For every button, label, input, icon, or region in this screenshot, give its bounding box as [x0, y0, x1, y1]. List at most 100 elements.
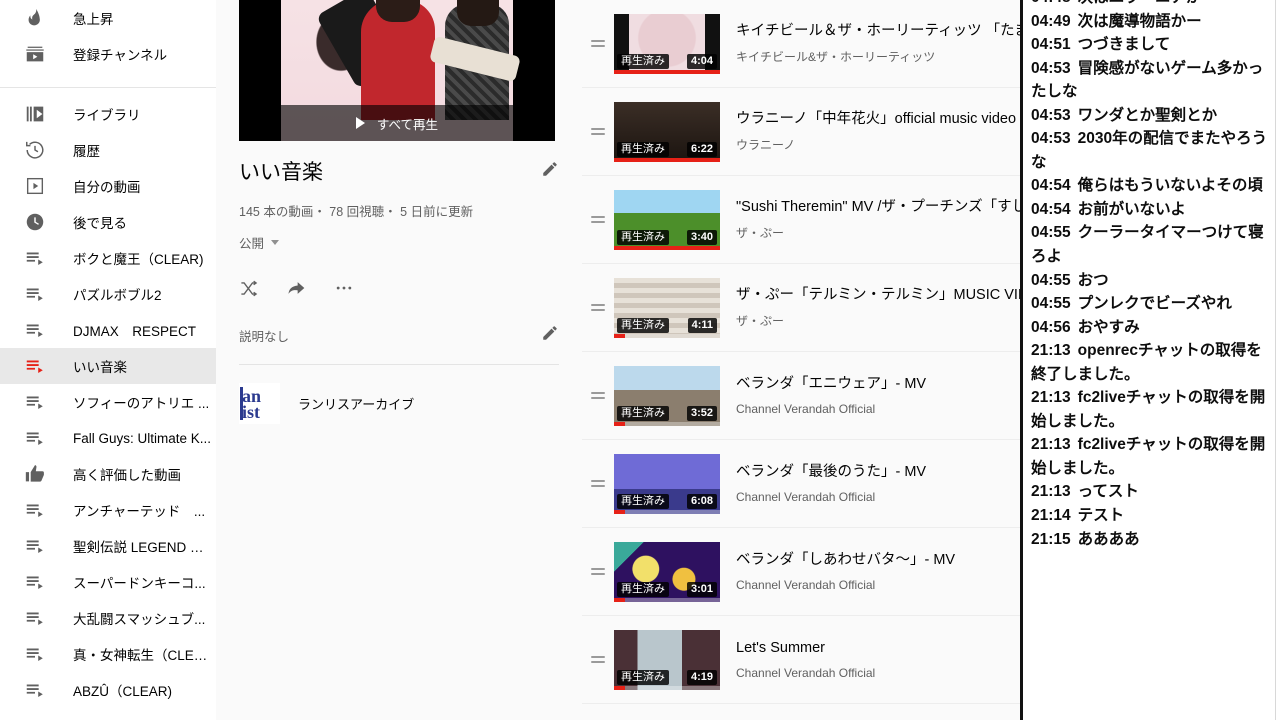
sidebar-item-7[interactable]: いい音楽 [0, 348, 216, 384]
sidebar-group-primary: 急上昇登録チャンネル [0, 0, 216, 80]
drag-handle-icon[interactable] [582, 389, 614, 402]
sidebar-item-label: ボクと魔王（CLEAR) [73, 252, 204, 267]
drag-handle-icon[interactable] [582, 213, 614, 226]
subscriptions-icon [23, 42, 47, 66]
sidebar-item-0[interactable]: ライブラリ [0, 96, 216, 132]
chat-text: テスト [1077, 507, 1125, 525]
video-thumbnail[interactable]: 再生済み 3:40 [614, 189, 720, 250]
sidebar-item-12[interactable]: 聖剣伝説 LEGEND OF... [0, 528, 216, 564]
video-thumbnail[interactable]: 再生済み 4:19 [614, 629, 720, 690]
sidebar-item-label: 履歴 [73, 144, 100, 159]
sidebar-item-13[interactable]: スーパードンキーコ... [0, 564, 216, 600]
playlist-icon [23, 570, 47, 594]
channel-row[interactable]: an ist ランリスアーカイブ [239, 383, 559, 425]
watch-progress-bar [614, 421, 720, 426]
drag-handle-icon[interactable] [582, 565, 614, 578]
drag-handle-icon[interactable] [582, 301, 614, 314]
sidebar-item-2[interactable]: 自分の動画 [0, 168, 216, 204]
playlist-icon [23, 426, 47, 450]
sidebar-item-9[interactable]: Fall Guys: Ultimate K... [0, 420, 216, 456]
playlist-privacy-selector[interactable]: 公開 [239, 233, 280, 252]
sidebar-item-8[interactable]: ソフィーのアトリエ ... [0, 384, 216, 420]
chat-message: 04:55 プンレクでビーズやれ [1031, 292, 1274, 316]
sidebar-item-1[interactable]: 登録チャンネル [0, 36, 216, 72]
sidebar: 急上昇登録チャンネル ライブラリ履歴自分の動画 後で見るボクと魔王（CLEAR) パ… [0, 0, 216, 720]
chat-message-list: 04:48次はエヴ ニアが04:49次は魔導物語かー04:51つづきまして04:… [1023, 0, 1280, 551]
sidebar-item-17[interactable]: 幻想水滸伝Ⅳ（CLEA... [0, 708, 216, 720]
chat-scrollbar[interactable] [1275, 0, 1280, 720]
watch-progress-bar [614, 333, 720, 338]
drag-handle-icon[interactable] [582, 477, 614, 490]
video-duration: 6:22 [686, 141, 717, 157]
chat-timestamp: 04:54 [1031, 177, 1071, 195]
sidebar-item-label: ABZÛ（CLEAR) [73, 684, 173, 699]
chat-message: 04:54 お前がいないよ [1031, 198, 1274, 222]
drag-handle-icon[interactable] [582, 125, 614, 138]
sidebar-item-0[interactable]: 急上昇 [0, 0, 216, 36]
playlist-body: いい音楽 145 本の動画・ 78 回視聴・ 5 日前に更新 公開 説明なし a… [216, 160, 582, 425]
chat-message: 04:53 冒険感がないゲーム多かったしな [1031, 57, 1274, 104]
edit-description-icon[interactable] [541, 324, 559, 347]
sidebar-item-5[interactable]: パズルボブル2 [0, 276, 216, 312]
watched-badge: 再生済み [617, 493, 669, 509]
drag-handle-icon[interactable] [582, 37, 614, 50]
chat-timestamp: 21:14 [1031, 507, 1071, 525]
sidebar-item-label: いい音楽 [73, 360, 127, 375]
playlist-thumbnail[interactable]: すべて再生 [239, 0, 555, 141]
chat-message: 04:53 ワンダとか聖剣とか [1031, 104, 1274, 128]
sidebar-item-15[interactable]: 真・女神転生（CLEA... [0, 636, 216, 672]
chat-overlay-panel: 04:48次はエヴ ニアが04:49次は魔導物語かー04:51つづきまして04:… [1020, 0, 1280, 720]
chevron-down-icon [271, 240, 280, 246]
chat-message: 21:13 ってスト [1031, 480, 1274, 504]
library-icon [23, 102, 47, 126]
sidebar-item-1[interactable]: 履歴 [0, 132, 216, 168]
sidebar-item-label: 急上昇 [73, 12, 114, 27]
share-icon[interactable] [286, 278, 306, 298]
sidebar-item-16[interactable]: ABZÛ（CLEAR) [0, 672, 216, 708]
chat-timestamp: 04:53 [1031, 59, 1071, 77]
sidebar-item-label: DJMAX RESPECT [73, 324, 197, 339]
playlist-icon [23, 714, 47, 720]
video-thumbnail[interactable]: 再生済み 6:08 [614, 453, 720, 514]
chat-timestamp: 21:13 [1031, 389, 1071, 407]
sidebar-item-4[interactable]: ボクと魔王（CLEAR) [0, 240, 216, 276]
sidebar-item-10[interactable]: 高く評価した動画 [0, 456, 216, 492]
play-all-button[interactable]: すべて再生 [239, 105, 555, 141]
video-duration: 4:19 [686, 669, 717, 685]
playlist-meta: 145 本の動画・ 78 回視聴・ 5 日前に更新 [239, 205, 474, 220]
chat-timestamp: 21:15 [1031, 530, 1071, 548]
video-duration: 3:40 [686, 229, 717, 245]
sidebar-item-11[interactable]: アンチャーテッド ... [0, 492, 216, 528]
sidebar-item-3[interactable]: 後で見る [0, 204, 216, 240]
sidebar-item-14[interactable]: 大乱闘スマッシュブ... [0, 600, 216, 636]
more-icon[interactable] [334, 278, 354, 298]
chat-timestamp: 04:55 [1031, 271, 1071, 289]
playlist-privacy-label: 公開 [239, 237, 265, 252]
chat-message: 04:49 次は魔導物語かー [1031, 10, 1274, 34]
history-icon [23, 138, 47, 162]
video-thumbnail[interactable]: 再生済み 4:11 [614, 277, 720, 338]
video-thumbnail[interactable]: 再生済み 3:52 [614, 365, 720, 426]
chat-text: 俺らはもういないよその頃 [1077, 177, 1263, 195]
chat-timestamp: 21:13 [1031, 483, 1071, 501]
chat-text: ワンダとか聖剣とか [1077, 106, 1218, 124]
drag-handle-icon[interactable] [582, 653, 614, 666]
video-thumbnail[interactable]: 再生済み 3:01 [614, 541, 720, 602]
page-title: いい音楽 [239, 161, 323, 184]
sidebar-item-label: 真・女神転生（CLEA... [73, 648, 213, 663]
video-thumbnail[interactable]: 再生済み 6:22 [614, 101, 720, 162]
trending-icon [23, 6, 47, 30]
chat-timestamp: 04:53 [1031, 130, 1071, 148]
playlist-icon [23, 498, 47, 522]
watched-badge: 再生済み [617, 581, 669, 597]
shuffle-icon[interactable] [239, 279, 258, 298]
play-all-label: すべて再生 [376, 117, 439, 132]
chat-timestamp: 04:55 [1031, 224, 1071, 242]
sidebar-item-label: パズルボブル2 [73, 288, 162, 303]
sidebar-item-label: Fall Guys: Ultimate K... [73, 430, 212, 446]
sidebar-item-label: 高く評価した動画 [73, 468, 181, 483]
sidebar-item-6[interactable]: DJMAX RESPECT [0, 312, 216, 348]
edit-title-icon[interactable] [541, 160, 559, 183]
chat-message: 04:53 2030年の配信でまたやろうな [1031, 127, 1274, 174]
video-thumbnail[interactable]: 再生済み 4:04 [614, 13, 720, 74]
